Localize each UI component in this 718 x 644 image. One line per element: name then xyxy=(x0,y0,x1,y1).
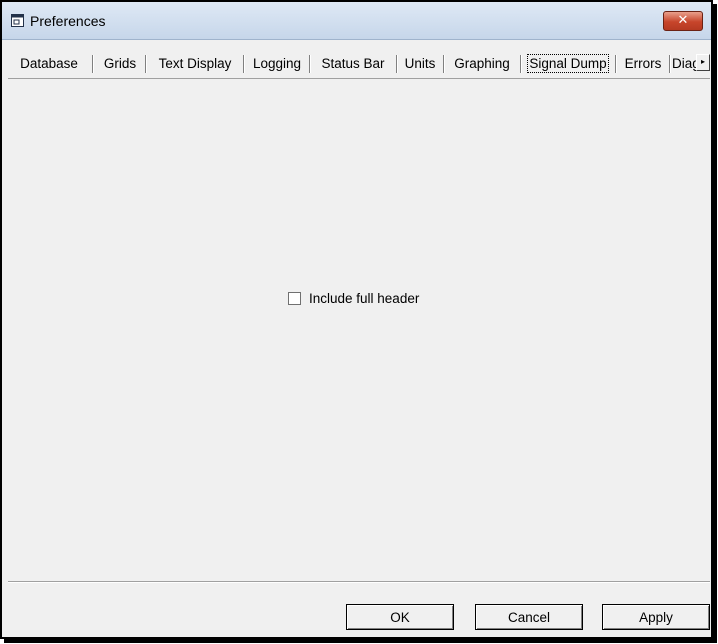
tab-scroll-right-button[interactable]: ▸ xyxy=(696,54,710,71)
tab-scroll-right-icon: ▸ xyxy=(700,57,705,66)
tab-errors[interactable]: Errors xyxy=(617,50,669,77)
tab-logging[interactable]: Logging xyxy=(245,50,309,77)
window-icon xyxy=(11,14,24,27)
title-bar[interactable]: Preferences ✕ xyxy=(2,2,711,40)
tab-text-display[interactable]: Text Display xyxy=(147,50,243,77)
signal-dump-panel: Include full header xyxy=(8,79,710,580)
ok-button[interactable]: OK xyxy=(346,604,454,630)
window-title: Preferences xyxy=(30,13,106,29)
preferences-window: Preferences ✕ Database Grids Text Displa… xyxy=(0,0,713,639)
tab-separator xyxy=(669,55,671,73)
button-divider xyxy=(8,581,710,583)
close-button[interactable]: ✕ xyxy=(663,11,703,31)
tab-database[interactable]: Database xyxy=(8,50,90,77)
include-full-header-label: Include full header xyxy=(309,291,420,306)
include-full-header-option[interactable]: Include full header xyxy=(288,291,419,306)
tab-strip: Database Grids Text Display Logging Stat… xyxy=(8,50,710,79)
tab-signal-dump[interactable]: Signal Dump xyxy=(522,50,614,77)
tab-status-bar[interactable]: Status Bar xyxy=(311,50,395,77)
close-icon: ✕ xyxy=(677,13,689,28)
include-full-header-checkbox[interactable] xyxy=(288,292,301,305)
cancel-button[interactable]: Cancel xyxy=(475,604,583,630)
apply-button[interactable]: Apply xyxy=(602,604,710,630)
tab-units[interactable]: Units xyxy=(398,50,442,77)
tab-graphing[interactable]: Graphing xyxy=(445,50,519,77)
tab-grids[interactable]: Grids xyxy=(94,50,146,77)
